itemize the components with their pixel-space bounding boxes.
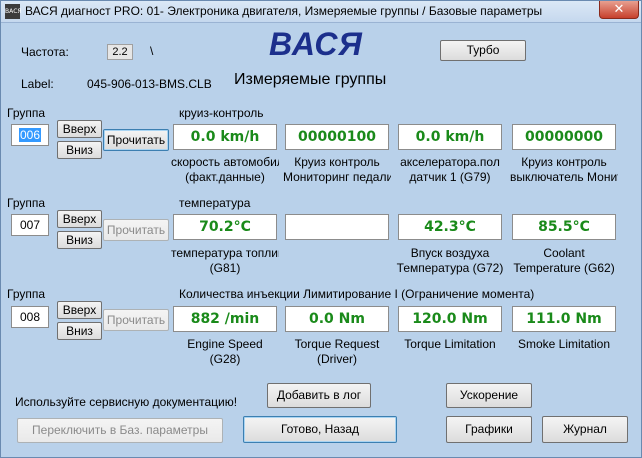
group-label: Группа: [7, 287, 46, 301]
value-caption-4: Smoke Limitation: [517, 337, 611, 351]
turbo-button[interactable]: Турбо: [440, 40, 526, 61]
value-caption-4: Coolant Temperature (G62): [513, 246, 615, 275]
value-caption-2: Torque Request (Driver): [294, 337, 380, 366]
graphs-button[interactable]: Графики: [446, 416, 532, 443]
group-down-button[interactable]: Вниз: [57, 141, 102, 159]
group-title: Количества инъекции Лимитирование I (Огр…: [179, 287, 535, 301]
label-caption: Label:: [21, 77, 54, 91]
value-field-4: 00000000: [512, 124, 616, 150]
label-file-value: 045-906-013-BMS.CLB: [87, 77, 212, 91]
group-number-input[interactable]: 007: [11, 214, 49, 236]
value-field-2: 0.0 Nm: [285, 306, 389, 332]
group-up-button[interactable]: Вверх: [57, 301, 102, 319]
app-icon: ВАСЯ: [5, 4, 22, 19]
group-up-button[interactable]: Вверх: [57, 210, 102, 228]
value-caption-3: Torque Limitation: [404, 337, 496, 351]
group-down-button[interactable]: Вниз: [57, 322, 102, 340]
group-number-input[interactable]: 008: [11, 306, 49, 328]
value-field-3: 0.0 km/h: [398, 124, 502, 150]
group-number-input[interactable]: 006: [11, 124, 49, 146]
value-field-3: 42.3°C: [398, 214, 502, 240]
frequency-indicator: \: [150, 44, 154, 58]
app-window: ВАСЯ ВАСЯ диагност PRO: 01- Электроника …: [0, 0, 642, 458]
section-title: Измеряемые группы: [234, 71, 387, 88]
done-back-button[interactable]: Готово, Назад: [243, 416, 397, 443]
group-title: круиз-контроль: [179, 106, 264, 120]
group-read-button[interactable]: Прочитать: [103, 219, 169, 241]
main-panel: Частота: 2.2 \ ВАСЯ Турбо Label: 045-906…: [5, 24, 637, 454]
window-title: ВАСЯ диагност PRO: 01- Электроника двига…: [25, 4, 543, 18]
value-caption-1: температура топлива (G81): [171, 246, 279, 275]
frequency-label: Частота:: [21, 45, 69, 59]
value-field-1: 882 /min: [173, 306, 277, 332]
value-field-1: 70.2°C: [173, 214, 277, 240]
journal-button[interactable]: Журнал: [542, 416, 628, 443]
value-field-4: 111.0 Nm: [512, 306, 616, 332]
group-label: Группа: [7, 196, 46, 210]
close-icon[interactable]: ✕: [614, 2, 625, 17]
value-field-2: 00000100: [285, 124, 389, 150]
value-caption-2: Круиз контроль Мониторинг педали: [283, 155, 391, 184]
frequency-value: 2.2: [107, 44, 133, 60]
value-caption-3: Впуск воздуха Температура (G72): [396, 246, 504, 275]
acceleration-button[interactable]: Ускорение: [446, 383, 532, 408]
group-label: Группа: [7, 106, 46, 120]
group-down-button[interactable]: Вниз: [57, 231, 102, 249]
group-read-button[interactable]: Прочитать: [103, 129, 169, 151]
add-to-log-button[interactable]: Добавить в лог: [267, 383, 371, 408]
value-caption-4: Круиз контрольвыключатель Монитор: [510, 155, 618, 184]
title-bar[interactable]: ВАСЯ ВАСЯ диагност PRO: 01- Электроника …: [1, 1, 641, 23]
value-field-2: [285, 214, 389, 240]
group-read-button[interactable]: Прочитать: [103, 309, 169, 331]
group-up-button[interactable]: Вверх: [57, 120, 102, 138]
value-caption-1: Engine Speed (G28): [187, 337, 263, 366]
value-caption-3: акселератора.пол датчик 1 (G79): [400, 155, 500, 184]
value-field-1: 0.0 km/h: [173, 124, 277, 150]
value-caption-1: скорость автомобиля (факт.данные): [171, 155, 279, 184]
value-field-3: 120.0 Nm: [398, 306, 502, 332]
group-title: температура: [179, 196, 251, 210]
logo: ВАСЯ: [269, 26, 363, 62]
value-field-4: 85.5°C: [512, 214, 616, 240]
service-docs-note: Используйте сервисную документацию!: [15, 395, 238, 409]
close-button[interactable]: ✕: [599, 1, 639, 19]
switch-basic-params-button[interactable]: Переключить в Баз. параметры: [17, 418, 223, 443]
